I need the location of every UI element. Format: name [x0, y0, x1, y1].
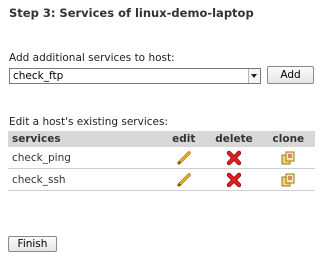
column-header-clone: clone: [261, 131, 315, 147]
add-service-button[interactable]: Add: [267, 66, 314, 84]
clone-cell: [261, 147, 315, 169]
service-select[interactable]: check_ftp: [9, 68, 261, 84]
column-header-delete: delete: [206, 131, 262, 147]
table-row: check_ping: [8, 147, 315, 169]
column-header-services: services: [8, 131, 162, 147]
services-table: services edit delete clone check_ping ch…: [8, 131, 315, 191]
table-header-row: services edit delete clone: [8, 131, 315, 147]
delete-icon[interactable]: [226, 172, 242, 188]
clone-icon[interactable]: [281, 173, 295, 187]
finish-button[interactable]: Finish: [8, 236, 57, 252]
column-header-edit: edit: [161, 131, 207, 147]
edit-cell: [161, 168, 207, 191]
pencil-icon[interactable]: [177, 172, 191, 187]
delete-cell: [206, 147, 262, 169]
service-name: check_ping: [8, 147, 162, 169]
pencil-icon[interactable]: [177, 150, 191, 165]
clone-cell: [261, 168, 315, 191]
delete-cell: [206, 168, 262, 191]
service-select-value: check_ftp: [13, 70, 64, 82]
services-step-panel: Step 3: Services of linux-demo-laptop Ad…: [0, 0, 329, 261]
clone-icon[interactable]: [281, 151, 295, 165]
table-row: check_ssh: [8, 168, 315, 191]
edit-services-label: Edit a host's existing services:: [9, 116, 168, 128]
chevron-down-icon[interactable]: [248, 69, 260, 83]
add-services-label: Add additional services to host:: [9, 52, 175, 64]
delete-icon[interactable]: [226, 150, 242, 166]
service-name: check_ssh: [8, 168, 162, 191]
edit-cell: [161, 147, 207, 169]
page-title: Step 3: Services of linux-demo-laptop: [9, 6, 254, 20]
